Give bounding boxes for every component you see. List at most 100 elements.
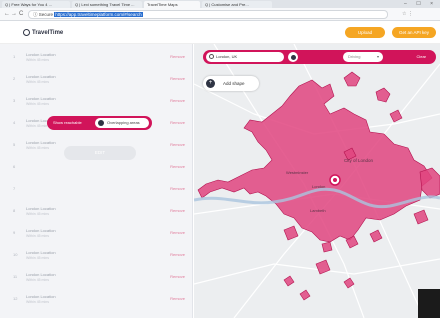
browser-tab-active[interactable]: TravelTime Maps (144, 1, 200, 8)
locations-sidebar: 1 London Location Within 45 mins Remove … (0, 44, 193, 318)
radio-dot-icon (98, 120, 104, 126)
remove-link[interactable]: Remove (170, 98, 185, 103)
row-subtitle: Within 45 mins (26, 80, 49, 84)
url-text: https://app.traveltimeplatform.com/#/sea… (54, 12, 143, 17)
location-search-input[interactable]: London, UK (206, 52, 284, 62)
row-name: London Location (26, 272, 56, 277)
remove-link[interactable]: Remove (170, 120, 185, 125)
row-number: 9 (13, 230, 16, 235)
row-name: London Location (26, 52, 56, 57)
row-number: 3 (13, 98, 16, 103)
remove-link[interactable]: Remove (170, 186, 185, 191)
isochrone-fragment (299, 289, 311, 301)
row-number: 1 (13, 54, 16, 59)
app-header: TravelTime Upload Get an API key (0, 21, 440, 44)
row-subtitle: Within 45 mins (26, 212, 49, 216)
remove-link[interactable]: Remove (170, 252, 185, 257)
map-label-city: City of London (344, 158, 374, 163)
show-reachable-option[interactable]: Overlapping areas (95, 118, 149, 128)
isochrone-area (197, 79, 433, 243)
plus-icon: + (206, 79, 215, 88)
row-number: 2 (13, 76, 16, 81)
upload-button[interactable]: Upload (345, 27, 385, 38)
location-row[interactable]: 9 London Location Within 45 mins Remove (0, 222, 193, 244)
url-input[interactable]: ⓘ Secure https://app.traveltimeplatform.… (28, 10, 388, 19)
location-marker-dot (333, 178, 337, 182)
row-name: London Location (26, 140, 56, 145)
row-number: 11 (13, 274, 18, 279)
show-reachable-label: Show reachable (53, 120, 82, 125)
row-subtitle: Within 45 mins (26, 58, 49, 62)
row-subtitle: Within 45 mins (26, 256, 49, 260)
pin-icon (209, 54, 214, 59)
location-row[interactable]: 3 London Location Within 45 mins Remove (0, 90, 193, 112)
remove-link[interactable]: Remove (170, 142, 185, 147)
row-name: London Location (26, 206, 56, 211)
location-row[interactable]: 10 London Location Within 45 mins Remove (0, 244, 193, 266)
browser-address-bar: ← → C ⓘ Secure https://app.traveltimepla… (0, 8, 440, 21)
row-name: London Location (26, 74, 56, 79)
browser-tab-1[interactable]: Q | Free Ways for You 4 ... (2, 1, 70, 8)
row-number: 6 (13, 164, 16, 169)
isochrone-fragment (413, 209, 429, 225)
reload-icon[interactable]: C (19, 11, 23, 18)
row-subtitle: Within 45 mins (26, 102, 49, 106)
location-row[interactable]: 7 Remove (0, 178, 193, 200)
location-search-value: London, UK (216, 54, 238, 59)
browser-extensions-icon[interactable]: ☆ ⋮ (402, 11, 413, 18)
location-target-button[interactable] (288, 52, 298, 62)
isochrone-fragment (389, 109, 403, 123)
row-subtitle: Within 45 mins (26, 234, 49, 238)
show-reachable-toggle[interactable]: Show reachable Overlapping areas (47, 116, 152, 130)
traveltime-logo[interactable]: TravelTime (23, 27, 63, 38)
map-label-west: Westminster (286, 170, 309, 175)
row-name: London Location (26, 250, 56, 255)
app-root: Q | Free Ways for You 4 ... Q | Lexi som… (0, 0, 440, 318)
browser-tab-2[interactable]: Q | Lexi something Travel Time ... (72, 1, 142, 8)
get-api-key-button[interactable]: Get an API key (392, 27, 436, 38)
remove-link[interactable]: Remove (170, 164, 185, 169)
add-shape-button[interactable]: + Add shape (203, 76, 259, 91)
remove-link[interactable]: Remove (170, 274, 185, 279)
clear-button[interactable]: Clear (416, 50, 426, 64)
isochrone-fragment (321, 241, 333, 253)
transport-mode-select[interactable]: Driving (343, 52, 383, 62)
edit-button[interactable]: EDIT (64, 146, 136, 160)
logo-text: TravelTime (32, 29, 64, 36)
location-row[interactable]: 2 London Location Within 45 mins Remove (0, 68, 193, 90)
isochrone-fragment (343, 71, 361, 87)
logo-icon (23, 29, 30, 36)
row-number: 5 (13, 142, 16, 147)
show-reachable-option-text: Overlapping areas (107, 120, 140, 125)
overlay-panel (418, 289, 440, 318)
target-icon (290, 54, 296, 60)
row-name: London Location (26, 228, 56, 233)
row-subtitle: Within 45 mins (26, 278, 49, 282)
location-row[interactable]: 8 London Location Within 45 mins Remove (0, 200, 193, 222)
browser-tab-4[interactable]: Q | Customise and Pre... (202, 1, 272, 8)
remove-link[interactable]: Remove (170, 230, 185, 235)
forward-arrow-icon[interactable]: → (11, 11, 17, 18)
isochrone-fragment (419, 167, 440, 199)
isochrone-fragment (283, 275, 295, 287)
window-controls[interactable]: – ☐ × (404, 0, 437, 8)
remove-link[interactable]: Remove (170, 296, 185, 301)
remove-link[interactable]: Remove (170, 54, 185, 59)
map-label-south: Lambeth (310, 208, 326, 213)
row-number: 12 (13, 296, 18, 301)
isochrone-fragment (375, 87, 391, 103)
isochrone-fragment (315, 259, 331, 275)
back-arrow-icon[interactable]: ← (4, 11, 10, 18)
row-subtitle: Within 45 mins (26, 146, 49, 150)
row-name: London Location (26, 294, 56, 299)
row-number: 4 (13, 120, 16, 125)
isochrone-fragment (283, 225, 299, 241)
remove-link[interactable]: Remove (170, 208, 185, 213)
secure-label: ⓘ Secure (33, 12, 54, 17)
remove-link[interactable]: Remove (170, 76, 185, 81)
location-row[interactable]: 12 London Location Within 45 mins Remove (0, 288, 193, 310)
location-row[interactable]: 11 London Location Within 45 mins Remove (0, 266, 193, 288)
browser-tab-bar: Q | Free Ways for You 4 ... Q | Lexi som… (0, 0, 440, 8)
location-row[interactable]: 1 London Location Within 45 mins Remove (0, 46, 193, 68)
row-number: 10 (13, 252, 18, 257)
